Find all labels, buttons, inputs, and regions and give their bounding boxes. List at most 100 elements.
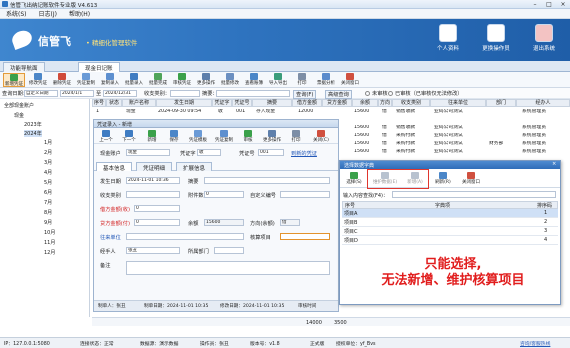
tree-year-2023[interactable]: 2023年 <box>24 121 42 128</box>
tree-account[interactable]: 现金 <box>14 112 24 119</box>
debit-input[interactable]: 0 <box>134 205 180 212</box>
voucher-more-button[interactable]: 更多操作 <box>260 130 284 144</box>
tree-month[interactable]: 2月 <box>44 149 52 156</box>
col-header[interactable]: 方向 <box>378 99 392 107</box>
template-button[interactable]: 凭证模板 <box>186 130 210 144</box>
advanced-query-button[interactable]: 高级查询 <box>325 90 352 99</box>
query-button[interactable]: 查询(F) <box>293 90 317 99</box>
credit-input[interactable]: 0 <box>134 219 180 226</box>
col-header[interactable]: 账户名称 <box>122 99 156 107</box>
col-header[interactable]: 部门 <box>486 99 516 107</box>
table-row[interactable]: 项目A 1 <box>342 209 558 218</box>
audit-button[interactable]: 审核 <box>238 130 258 144</box>
date-input[interactable]: 2024-11-01 10:36 <box>126 177 180 184</box>
menu-system[interactable]: 系统(S) <box>6 9 27 18</box>
voucher-close-button[interactable]: 关闭(C) <box>308 130 334 144</box>
dept-input[interactable] <box>214 247 244 254</box>
tree-month[interactable]: 8月 <box>44 209 52 216</box>
col-header[interactable]: 序号 <box>92 99 106 107</box>
class-select[interactable] <box>170 90 200 97</box>
picker-close-x-icon[interactable]: × <box>552 161 556 167</box>
col-header[interactable]: 摘要 <box>252 99 292 107</box>
col-header[interactable]: 余额 <box>352 99 378 107</box>
save-button[interactable]: 保存 <box>164 130 184 144</box>
remark-input[interactable] <box>126 261 330 275</box>
new-voucher-link[interactable]: 到新的凭证 <box>291 150 317 157</box>
partner-input[interactable] <box>126 233 244 240</box>
tree-root[interactable]: 全部现金账户 <box>4 102 34 109</box>
tree-month[interactable]: 3月 <box>44 159 52 166</box>
batch-complete-button[interactable]: 批量完成 <box>147 73 169 87</box>
support-link[interactable]: 咨询/客服热线 <box>520 340 550 347</box>
tab-extended-info[interactable]: 扩展信息 <box>176 162 213 172</box>
tab-voucher-detail[interactable]: 凭证明细 <box>136 162 173 172</box>
vword-select[interactable]: 收 <box>197 149 221 156</box>
prev-button[interactable]: 上一个 <box>95 130 117 144</box>
review-voucher-button[interactable]: 审核凭证 <box>171 73 193 87</box>
tree-month[interactable]: 6月 <box>44 189 52 196</box>
menu-log[interactable]: 日志(J) <box>39 9 57 18</box>
col-header[interactable]: 凭证字 <box>212 99 232 107</box>
col-header[interactable]: 贷方金额 <box>322 99 352 107</box>
col-header[interactable]: 凭证号 <box>232 99 252 107</box>
copy-entry-button[interactable]: 复制录入 <box>99 73 121 87</box>
edit-voucher-button[interactable]: 修改凭证 <box>27 73 49 87</box>
col-header[interactable]: 往来单位 <box>430 99 486 107</box>
summary-input[interactable] <box>204 177 330 184</box>
class-select[interactable] <box>126 191 180 198</box>
tree-month[interactable]: 11月 <box>44 239 55 246</box>
tree-month[interactable]: 1月 <box>44 139 52 146</box>
refresh-button[interactable]: 刷新(R) <box>432 172 454 186</box>
new-button[interactable]: 新增 <box>142 130 162 144</box>
tree-month[interactable]: 12月 <box>44 249 55 256</box>
import-export-button[interactable]: 导入导出 <box>267 73 289 87</box>
table-row[interactable]: 项目C 3 <box>342 227 558 236</box>
switch-operator-button[interactable]: 更换操作员 <box>478 22 514 56</box>
menu-help[interactable]: 帮助(H) <box>69 9 90 18</box>
print-button[interactable]: 打印 <box>291 73 313 87</box>
tree-year-2024[interactable]: 2024年 <box>24 130 42 137</box>
col-header[interactable]: 借方金额 <box>292 99 322 107</box>
date-to-input[interactable]: 2024/12/31 <box>103 90 137 97</box>
col-header[interactable]: 经办人 <box>516 99 570 107</box>
summary-input[interactable] <box>216 90 290 97</box>
col-header[interactable]: 发生日期 <box>156 99 212 107</box>
voucher-print-button[interactable]: 打印 <box>286 130 306 144</box>
bill-analysis-button[interactable]: 票据分析 <box>315 73 337 87</box>
date-from-input[interactable]: 2024/1/1 <box>60 90 94 97</box>
new-voucher-button[interactable]: 新增凭证 <box>3 73 25 87</box>
voucher-copy-button[interactable]: 凭证复制 <box>212 130 236 144</box>
period-select[interactable]: 自定义日期 <box>24 90 58 97</box>
close-window-button[interactable]: × <box>556 0 570 9</box>
picker-close-button[interactable]: 关闭窗口 <box>458 172 484 186</box>
profile-button[interactable]: 个人资料 <box>430 22 466 56</box>
attach-input[interactable]: 0 <box>204 191 244 198</box>
tree-month[interactable]: 4月 <box>44 169 52 176</box>
tree-month[interactable]: 9月 <box>44 219 52 226</box>
tab-cash-journal[interactable]: 现金日记账 <box>78 62 120 72</box>
select-button[interactable]: 选择(S) <box>343 172 365 186</box>
tab-basic-info[interactable]: 基本信息 <box>96 162 133 172</box>
custom-no-input[interactable] <box>280 191 330 198</box>
vno-input[interactable]: 001 <box>258 149 284 156</box>
tree-month[interactable]: 10月 <box>44 229 55 236</box>
col-header[interactable]: 状态 <box>106 99 122 107</box>
maximize-button[interactable]: □ <box>542 0 556 9</box>
view-ledger-button[interactable]: 查看账簿 <box>243 73 265 87</box>
tree-month[interactable]: 5月 <box>44 179 52 186</box>
handler-input[interactable]: 张丑 <box>126 247 180 254</box>
minimize-button[interactable]: – <box>528 0 542 9</box>
next-button[interactable]: 下一个 <box>118 130 140 144</box>
table-row[interactable]: 项目B 2 <box>342 218 558 227</box>
tab-navigation[interactable]: 功能导航面 <box>3 62 45 72</box>
col-header[interactable]: 收支类别 <box>392 99 430 107</box>
search-input[interactable] <box>392 191 556 198</box>
account-select[interactable]: 现金 <box>126 149 170 156</box>
close-tab-button[interactable]: 关闭窗口 <box>339 73 361 87</box>
more-actions-button[interactable]: 更多操作 <box>195 73 217 87</box>
settle-item-input[interactable] <box>280 233 330 240</box>
reviewed-radio[interactable] <box>388 91 393 96</box>
batch-modify-button[interactable]: 批量修改 <box>219 73 241 87</box>
table-row[interactable]: 项目D 4 <box>342 236 558 245</box>
tree-month[interactable]: 7月 <box>44 199 52 206</box>
